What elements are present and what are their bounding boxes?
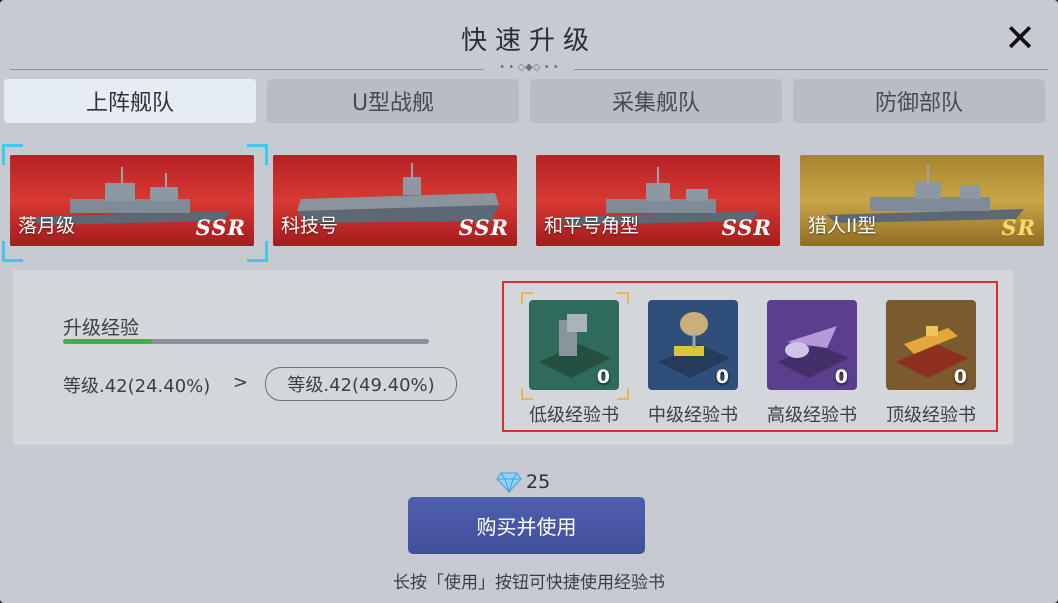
exp-label: 升级经验 xyxy=(63,317,140,339)
diamond-icon xyxy=(496,472,522,493)
quick-upgrade-panel: 快速升级 ✕ • • ◇◆◇ • • 上阵舰队 U型战舰 采集舰队 防御部队 落… xyxy=(0,0,1058,603)
ship-card-heping[interactable]: 和平号角型 SSR xyxy=(536,155,780,246)
level-arrow-icon: > xyxy=(233,372,249,393)
close-icon[interactable]: ✕ xyxy=(1004,16,1036,60)
selection-corner-icon xyxy=(247,241,268,262)
selection-corner-icon xyxy=(247,144,268,165)
rank-badge: SSR xyxy=(458,215,509,240)
book-count: 0 xyxy=(596,366,610,388)
exp-book-mid[interactable]: 0 xyxy=(648,300,738,390)
book-label: 低级经验书 xyxy=(529,405,619,426)
book-count: 0 xyxy=(715,366,729,388)
fleet-tabs: 上阵舰队 U型战舰 采集舰队 防御部队 xyxy=(4,79,1054,125)
selection-corner-icon xyxy=(617,388,629,400)
selection-corner-icon xyxy=(521,388,533,400)
ship-list: 落月级 SSR 科技号 SSR 和平号角型 SSR 猎人II型 SR xyxy=(0,144,1058,262)
ship-name: 落月级 xyxy=(18,215,76,237)
ship-name: 科技号 xyxy=(281,215,339,237)
tab-label: 上阵舰队 xyxy=(85,91,174,116)
tab-gather-fleet[interactable]: 采集舰队 xyxy=(530,79,782,123)
tab-active-fleet[interactable]: 上阵舰队 xyxy=(4,79,256,123)
tab-u-warship[interactable]: U型战舰 xyxy=(267,79,519,123)
close-button[interactable]: ✕ xyxy=(1000,16,1040,60)
ship-name: 猎人II型 xyxy=(808,215,877,237)
price-display: 25 xyxy=(496,469,550,495)
panel-title: 快速升级 xyxy=(460,26,597,56)
divider-ornament-icon: • • ◇◆◇ • • xyxy=(484,62,574,76)
book-label: 高级经验书 xyxy=(767,405,857,426)
ship-name: 和平号角型 xyxy=(544,215,640,237)
ship-card-keji[interactable]: 科技号 SSR xyxy=(273,155,517,246)
exp-book-high[interactable]: 0 xyxy=(767,300,857,390)
rank-badge: SR xyxy=(1001,215,1036,240)
tab-label: U型战舰 xyxy=(351,91,435,116)
book-count: 0 xyxy=(834,366,848,388)
rank-badge: SSR xyxy=(721,215,772,240)
next-level: 等级.42(49.40%) xyxy=(265,367,457,401)
current-level: 等级.42(24.40%) xyxy=(63,376,211,397)
book-label: 中级经验书 xyxy=(648,405,738,426)
rank-badge: SSR xyxy=(195,215,246,240)
book-count: 0 xyxy=(953,366,967,388)
tab-defense-unit[interactable]: 防御部队 xyxy=(793,79,1045,123)
ship-card-luoyue[interactable]: 落月级 SSR xyxy=(10,155,254,246)
selection-corner-icon xyxy=(521,292,533,304)
selection-corner-icon xyxy=(2,241,23,262)
hint-text: 长按「使用」按钮可快捷使用经验书 xyxy=(393,573,665,593)
selection-corner-icon xyxy=(617,292,629,304)
exp-book-selector: 0 低级经验书 0 中级经验书 0 高级经验书 0 顶级经验书 xyxy=(502,281,998,432)
exp-book-low[interactable]: 0 xyxy=(529,300,619,390)
exp-book-top[interactable]: 0 xyxy=(886,300,976,390)
selection-corner-icon xyxy=(2,144,23,165)
book-label: 顶级经验书 xyxy=(886,405,976,426)
tab-label: 采集舰队 xyxy=(611,91,700,116)
exp-progress-bar xyxy=(63,339,429,344)
exp-progress-fill xyxy=(63,339,153,344)
buy-and-use-button[interactable]: 购买并使用 xyxy=(408,497,645,554)
tab-label: 防御部队 xyxy=(874,91,963,116)
ship-card-hunter[interactable]: 猎人II型 SR xyxy=(800,155,1044,246)
price-amount: 25 xyxy=(526,471,551,493)
